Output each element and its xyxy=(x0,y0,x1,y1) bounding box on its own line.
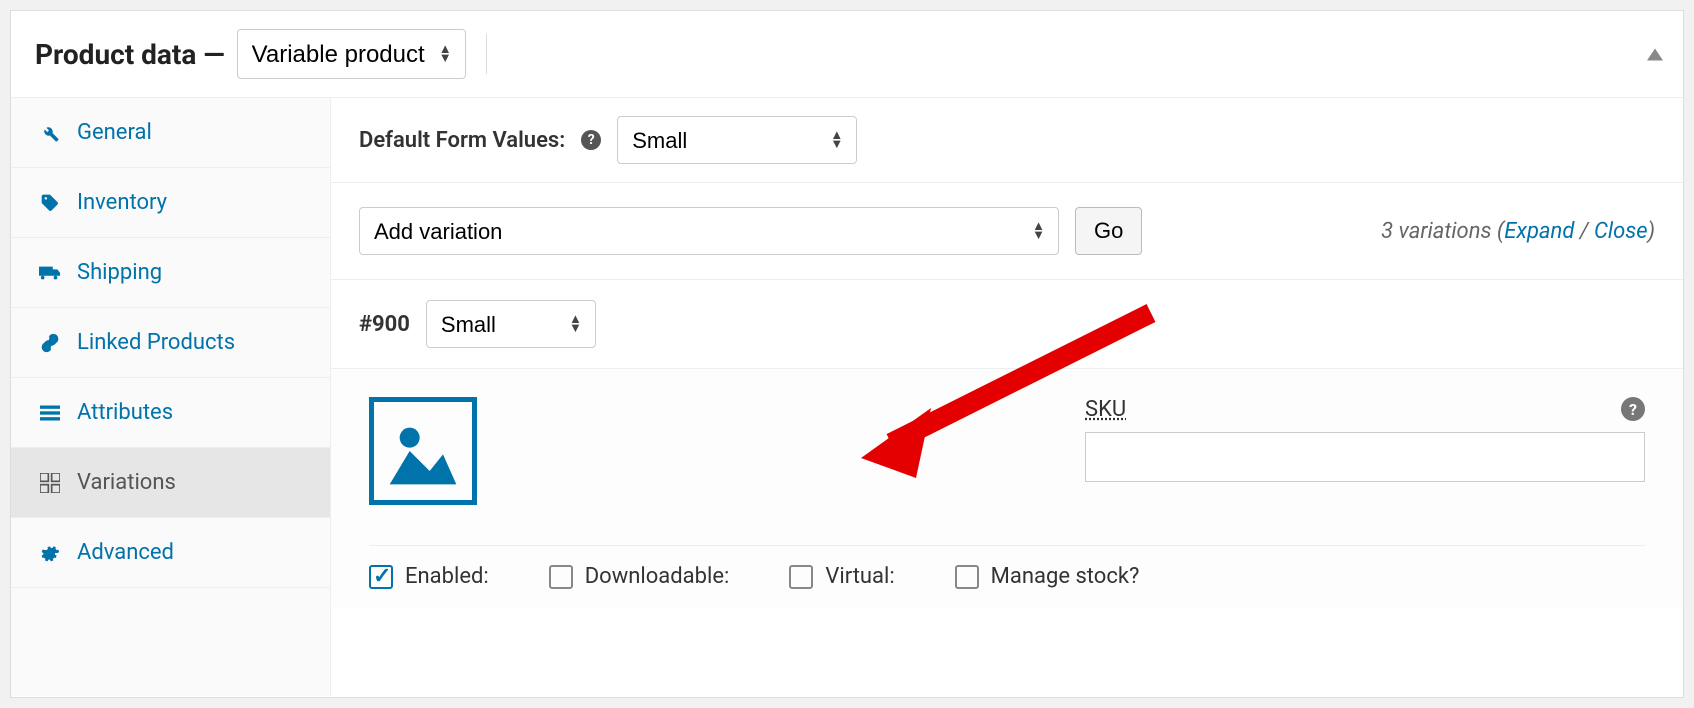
sidebar-item-label: Attributes xyxy=(77,400,173,425)
truck-icon xyxy=(39,264,61,282)
go-button[interactable]: Go xyxy=(1075,207,1142,255)
default-values-label: Default Form Values: xyxy=(359,128,565,153)
sidebar-item-linked-products[interactable]: Linked Products xyxy=(11,308,330,378)
variation-action-select[interactable]: Add variation xyxy=(359,207,1059,255)
sidebar: General Inventory Shipping Linked Produc… xyxy=(11,98,331,696)
close-link[interactable]: Close xyxy=(1594,219,1648,244)
sidebar-item-label: General xyxy=(77,120,152,145)
grid-icon xyxy=(39,473,61,493)
enabled-checkbox[interactable]: Enabled: xyxy=(369,564,489,589)
panel-body: General Inventory Shipping Linked Produc… xyxy=(11,98,1683,696)
variation-row: ? SKU xyxy=(369,397,1645,505)
checkbox-label: Enabled: xyxy=(405,564,489,589)
product-type-select[interactable]: Variable product xyxy=(237,29,466,79)
virtual-checkbox[interactable]: Virtual: xyxy=(789,564,894,589)
product-data-panel: Product data — Variable product ▲▼ Gener… xyxy=(10,10,1684,698)
image-placeholder-icon xyxy=(383,411,463,491)
sku-input[interactable] xyxy=(1085,432,1645,482)
sidebar-item-label: Advanced xyxy=(77,540,174,565)
sidebar-item-shipping[interactable]: Shipping xyxy=(11,238,330,308)
enabled-checkbox-input[interactable] xyxy=(369,565,393,589)
sku-label: SKU xyxy=(1085,397,1645,422)
variations-info: 3 variations (Expand / Close) xyxy=(1381,219,1655,244)
help-icon[interactable]: ? xyxy=(581,130,601,150)
variation-image-upload[interactable] xyxy=(369,397,477,505)
panel-header: Product data — Variable product ▲▼ xyxy=(11,11,1683,98)
gear-icon xyxy=(39,543,61,563)
wrench-icon xyxy=(39,123,61,143)
variations-toolbar: Add variation ▲▼ Go 3 variations (Expand… xyxy=(331,183,1683,280)
chevron-up-icon xyxy=(1647,49,1663,61)
manage-stock-checkbox[interactable]: Manage stock? xyxy=(955,564,1140,589)
link-icon xyxy=(39,333,61,353)
help-icon[interactable]: ? xyxy=(1621,397,1645,421)
sidebar-item-inventory[interactable]: Inventory xyxy=(11,168,330,238)
sidebar-item-attributes[interactable]: Attributes xyxy=(11,378,330,448)
sidebar-item-advanced[interactable]: Advanced xyxy=(11,518,330,588)
collapse-toggle[interactable] xyxy=(1647,42,1663,67)
panel-title: Product data — xyxy=(35,38,225,71)
variation-checkbox-row: Enabled: Downloadable: Virtual: Manage s… xyxy=(369,545,1645,607)
default-form-values-row: Default Form Values: ? Small ▲▼ xyxy=(331,98,1683,183)
sidebar-item-variations[interactable]: Variations xyxy=(11,448,330,518)
checkbox-label: Downloadable: xyxy=(585,564,730,589)
divider xyxy=(486,34,487,74)
sidebar-item-label: Linked Products xyxy=(77,330,235,355)
variation-id: #900 xyxy=(359,312,410,337)
checkbox-label: Virtual: xyxy=(825,564,894,589)
tag-icon xyxy=(39,193,61,213)
checkbox-label: Manage stock? xyxy=(991,564,1140,589)
default-value-select[interactable]: Small xyxy=(617,116,857,164)
sidebar-item-label: Inventory xyxy=(77,190,167,215)
expand-link[interactable]: Expand xyxy=(1504,219,1574,244)
main-content: Default Form Values: ? Small ▲▼ Add vari… xyxy=(331,98,1683,696)
sidebar-item-general[interactable]: General xyxy=(11,98,330,168)
downloadable-checkbox[interactable]: Downloadable: xyxy=(549,564,730,589)
list-icon xyxy=(39,405,61,421)
virtual-checkbox-input[interactable] xyxy=(789,565,813,589)
variation-body: ? SKU Enabled: Downloadable: xyxy=(331,369,1683,607)
downloadable-checkbox-input[interactable] xyxy=(549,565,573,589)
manage-stock-checkbox-input[interactable] xyxy=(955,565,979,589)
variation-attribute-select[interactable]: Small xyxy=(426,300,596,348)
variation-header: #900 Small ▲▼ xyxy=(331,280,1683,369)
variations-count: 3 variations xyxy=(1381,219,1491,244)
sidebar-item-label: Variations xyxy=(77,470,176,495)
sidebar-item-label: Shipping xyxy=(77,260,162,285)
sku-block: ? SKU xyxy=(1085,397,1645,482)
